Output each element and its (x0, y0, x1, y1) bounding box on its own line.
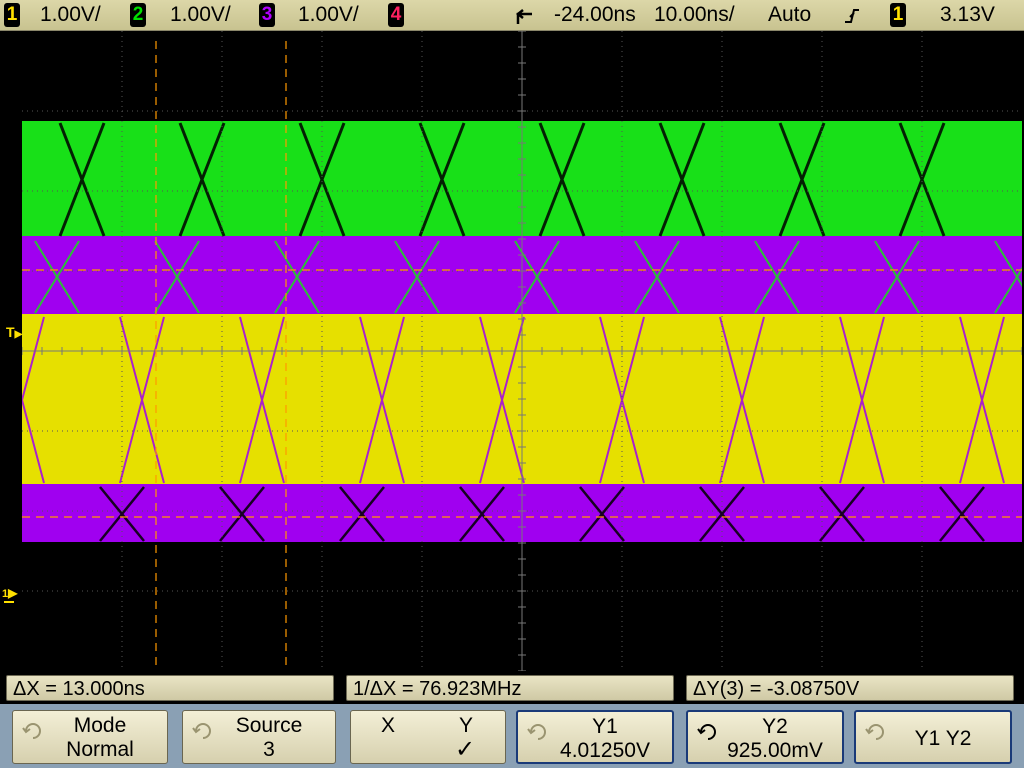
y2-softkey[interactable]: Y2 925.00mV (686, 710, 844, 764)
xy-softkey[interactable]: X Y ✓ (350, 710, 506, 764)
horizontal-delay[interactable]: -24.00ns (554, 0, 636, 30)
channel-1-badge[interactable]: 1 (4, 3, 20, 27)
y2-label: Y2 (762, 715, 788, 738)
mode-label: Mode (73, 714, 127, 737)
channel-3-badge[interactable]: 3 (259, 3, 275, 27)
timebase-scale[interactable]: 10.00ns/ (654, 0, 735, 30)
channel-1-scale[interactable]: 1.00V/ (40, 0, 101, 30)
channel-2-scale[interactable]: 1.00V/ (170, 0, 231, 30)
inverse-delta-x-readout: 1/ΔX = 76.923MHz (346, 675, 674, 701)
channel-4-badge[interactable]: 4 (388, 3, 404, 27)
delay-marker-icon (515, 9, 532, 24)
source-softkey[interactable]: Source 3 (182, 710, 336, 764)
y1-value: 4.01250V (560, 739, 650, 762)
channel-3-scale[interactable]: 1.00V/ (298, 0, 359, 30)
mode-value: Normal (66, 738, 134, 761)
trigger-level[interactable]: 3.13V (940, 0, 995, 30)
trigger-mode[interactable]: Auto (768, 0, 811, 30)
source-label: Source (235, 714, 303, 737)
y1-softkey[interactable]: Y1 4.01250V (516, 710, 674, 764)
delta-y-readout: ΔY(3) = -3.08750V (686, 675, 1014, 701)
y-selected-check-icon: ✓ (455, 736, 476, 763)
y2-value: 925.00mV (727, 739, 823, 762)
trigger-source-badge[interactable]: 1 (890, 3, 906, 27)
delta-x-readout: ΔX = 13.000ns (6, 675, 334, 701)
source-value: 3 (263, 738, 275, 761)
y1-label: Y1 (592, 715, 618, 738)
rising-edge-icon (845, 9, 859, 23)
x-option: X (381, 714, 396, 737)
y-option: Y (459, 714, 474, 737)
y1-y2-label: Y1 Y2 (914, 727, 972, 750)
mode-softkey[interactable]: Mode Normal (12, 710, 168, 764)
softkey-bar: Mode Normal Source 3 X Y ✓ Y1 4.01250V Y… (0, 704, 1024, 768)
y1-y2-softkey[interactable]: Y1 Y2 (854, 710, 1012, 764)
graticule (22, 31, 1022, 671)
ground-icon (4, 601, 14, 603)
status-bar: 1 1.00V/ 2 1.00V/ 3 1.00V/ 4 -24.00ns 10… (0, 0, 1024, 31)
channel-2-badge[interactable]: 2 (130, 3, 146, 27)
trigger-level-marker[interactable]: T▶ (6, 324, 22, 340)
waveform-display[interactable] (22, 31, 1022, 671)
channel-1-ground-marker[interactable]: 1▶ (2, 584, 17, 603)
